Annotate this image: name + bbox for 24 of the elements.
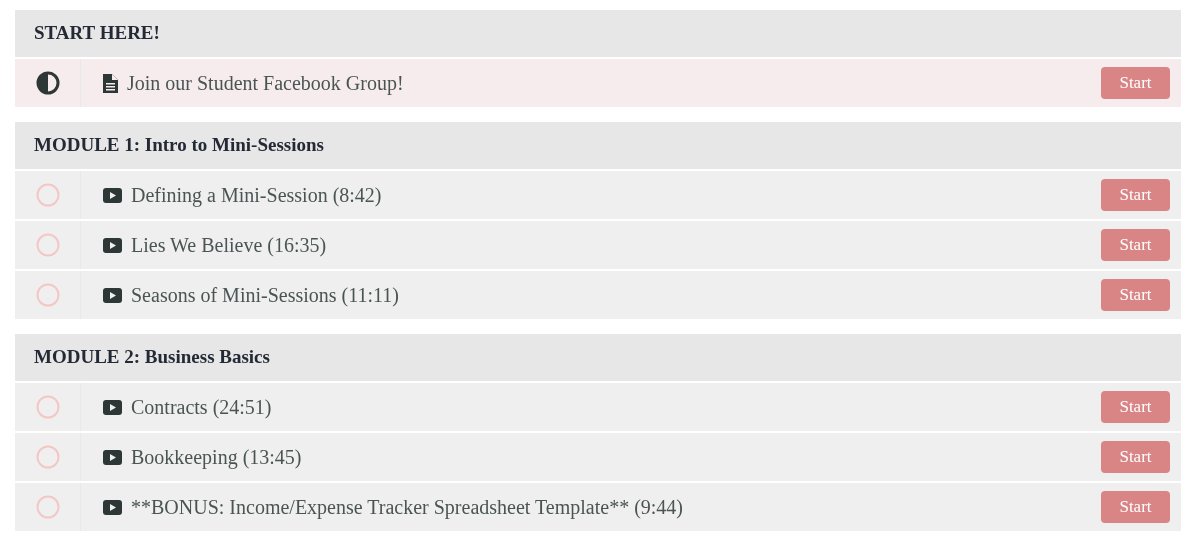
lesson-title: Contracts (24:51) — [131, 395, 272, 421]
lesson-row[interactable]: Lies We Believe (16:35) Start — [15, 221, 1181, 269]
video-icon — [103, 187, 122, 203]
document-icon — [103, 73, 118, 93]
lesson-row[interactable]: Seasons of Mini-Sessions (11:11) Start — [15, 271, 1181, 319]
video-icon — [103, 449, 122, 465]
lesson-row[interactable]: Bookkeeping (13:45) Start — [15, 433, 1181, 481]
lesson-row[interactable]: Defining a Mini-Session (8:42) Start — [15, 171, 1181, 219]
lesson-title: Seasons of Mini-Sessions (11:11) — [131, 283, 399, 309]
lesson-title: **BONUS: Income/Expense Tracker Spreadsheet Template** (9:44) — [131, 495, 683, 521]
section-header: MODULE 1: Intro to Mini-Sessions — [15, 122, 1181, 169]
video-icon — [103, 499, 122, 515]
lesson-row[interactable]: Join our Student Facebook Group! Start — [15, 59, 1181, 107]
lesson-row[interactable]: Contracts (24:51) Start — [15, 383, 1181, 431]
section-header: MODULE 2: Business Basics — [15, 334, 1181, 381]
section-header: START HERE! — [15, 10, 1181, 57]
lesson-title: Lies We Believe (16:35) — [131, 233, 327, 259]
video-icon — [103, 237, 122, 253]
lesson-row[interactable]: **BONUS: Income/Expense Tracker Spreadsheet Template** (9:44) Start — [15, 483, 1181, 531]
lesson-title: Defining a Mini-Session (8:42) — [131, 183, 382, 209]
lesson-title: Bookkeeping (13:45) — [131, 445, 302, 471]
lesson-title: Join our Student Facebook Group! — [127, 71, 404, 97]
video-icon — [103, 287, 122, 303]
video-icon — [103, 399, 122, 415]
